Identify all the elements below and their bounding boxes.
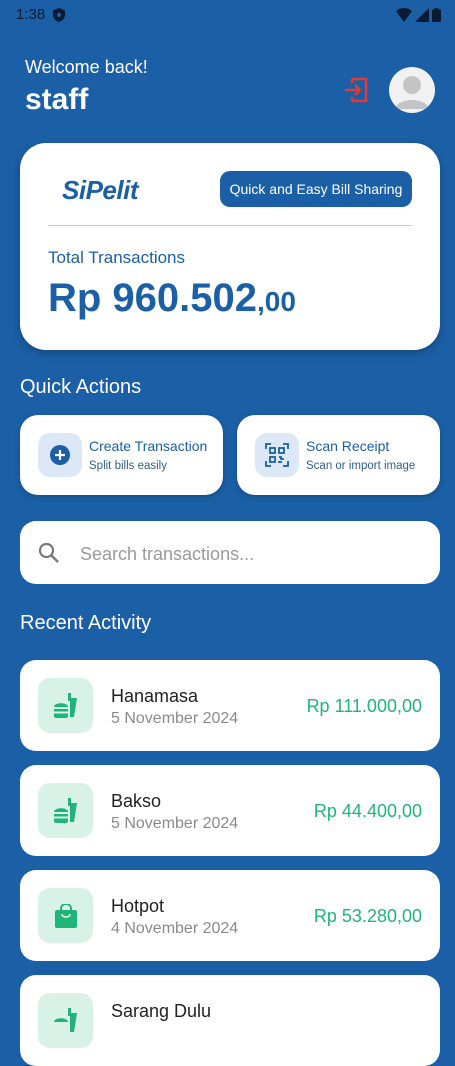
transaction-item[interactable]: Sarang Dulu	[20, 975, 440, 1066]
search-icon	[38, 542, 60, 569]
fastfood-icon	[38, 783, 93, 838]
summary-card: SiPelit Quick and Easy Bill Sharing Tota…	[20, 143, 440, 350]
shopping-bag-icon	[38, 888, 93, 943]
search-input[interactable]	[78, 537, 422, 571]
recent-activity-title: Recent Activity	[20, 612, 152, 634]
total-label: Total Transactions	[48, 248, 186, 267]
transaction-item[interactable]: Hanamasa 5 November 2024 Rp 111.000,00	[20, 660, 440, 751]
plus-circle-icon	[38, 433, 82, 477]
battery-icon	[432, 8, 441, 22]
transaction-name: Bakso	[111, 791, 162, 811]
card-divider	[48, 225, 412, 226]
transaction-date: 4 November 2024	[111, 920, 239, 937]
transaction-amount: Rp 44.400,00	[313, 801, 422, 821]
avatar[interactable]	[389, 67, 435, 113]
transaction-date: 5 November 2024	[111, 710, 239, 727]
transaction-item[interactable]: Bakso 5 November 2024 Rp 44.400,00	[20, 765, 440, 856]
fastfood-icon	[38, 993, 93, 1048]
total-amount-cents: ,00	[257, 286, 296, 317]
transaction-name: Sarang Dulu	[111, 1001, 212, 1021]
qr-scan-icon	[255, 433, 299, 477]
create-transaction-subtitle: Split bills easily	[89, 460, 167, 472]
tagline-badge: Quick and Easy Bill Sharing	[220, 171, 412, 207]
create-transaction-title: Create Transaction	[89, 438, 208, 454]
create-transaction-button[interactable]: Create Transaction Split bills easily	[20, 415, 223, 495]
status-icons	[396, 8, 441, 22]
logout-button[interactable]	[342, 76, 370, 104]
sipelit-logo: SiPelit	[62, 175, 138, 205]
transaction-amount: Rp 53.280,00	[313, 906, 422, 926]
scan-receipt-title: Scan Receipt	[306, 438, 390, 454]
logout-icon	[345, 77, 368, 103]
total-amount-main: Rp 960.502	[48, 276, 258, 320]
wifi-icon	[396, 8, 412, 22]
welcome-text: Welcome back!	[25, 57, 148, 77]
quick-actions-title: Quick Actions	[20, 376, 142, 398]
signal-icon	[415, 8, 429, 22]
fastfood-icon	[38, 678, 93, 733]
status-bar: 1:38	[0, 0, 455, 32]
total-amount: Rp 960.502,00	[48, 276, 296, 321]
transaction-amount: Rp 111.000,00	[306, 696, 422, 716]
shield-icon	[53, 8, 65, 27]
transaction-date: 5 November 2024	[111, 815, 239, 832]
search-bar	[20, 521, 440, 584]
status-time: 1:38	[16, 6, 46, 23]
scan-receipt-button[interactable]: Scan Receipt Scan or import image	[237, 415, 440, 495]
transaction-name: Hotpot	[111, 896, 165, 916]
username: staff	[25, 83, 89, 116]
transaction-item[interactable]: Hotpot 4 November 2024 Rp 53.280,00	[20, 870, 440, 961]
scan-receipt-subtitle: Scan or import image	[306, 460, 416, 472]
user-icon	[395, 76, 429, 109]
transaction-name: Hanamasa	[111, 686, 199, 706]
